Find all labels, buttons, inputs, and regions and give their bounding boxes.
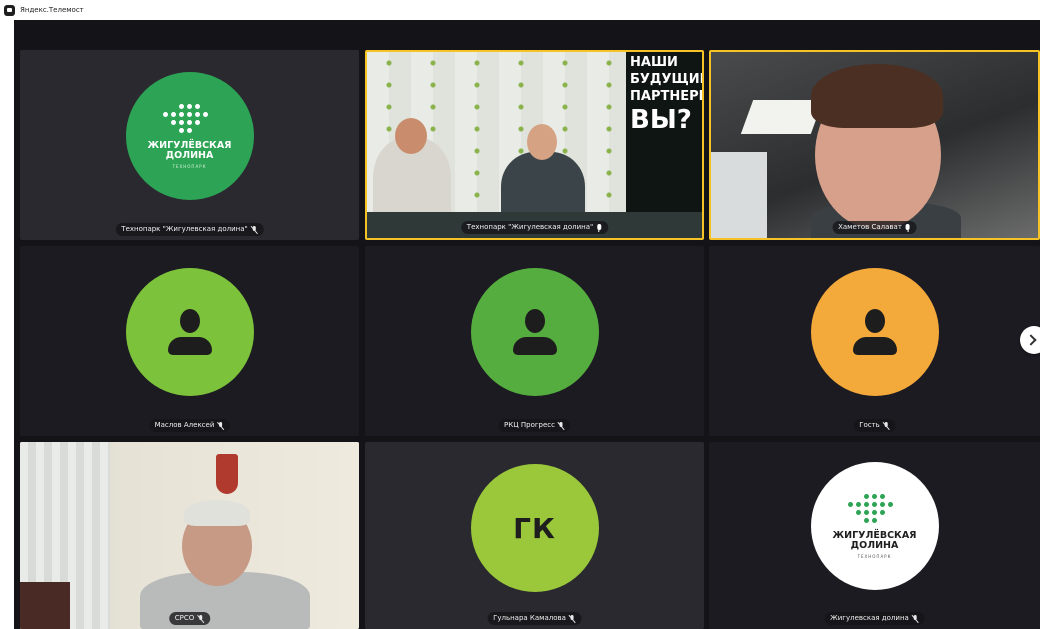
mic-off-icon xyxy=(912,614,919,623)
participant-name: Гульнара Камалова xyxy=(493,614,566,622)
zhigulevskaya-dolina-logo: ЖИГУЛЁВСКАЯ ДОЛИНА ТЕХНОПАРК xyxy=(810,462,939,590)
avatar xyxy=(810,268,939,396)
participant-name-label: СРСО xyxy=(168,612,211,625)
participant-name: Жигулевская долина xyxy=(830,614,909,622)
participant-tile[interactable]: ГК Гульнара Камалова xyxy=(365,442,704,629)
person-older-man-hair xyxy=(184,500,250,526)
participant-name-label: Хаметов Салават xyxy=(832,221,917,234)
participant-name: СРСО xyxy=(174,614,195,622)
mic-off-icon xyxy=(197,614,204,623)
participant-name: РКЦ Прогресс xyxy=(504,421,555,429)
banner-line3: ПАРТНЕРЫ xyxy=(630,89,704,104)
chevron-right-icon xyxy=(1025,334,1037,346)
window-titlebar: Яндекс.Телемост xyxy=(0,0,1040,20)
person-icon xyxy=(512,309,557,355)
banner-line2: БУДУЩИЕ xyxy=(630,72,704,87)
participant-name-label: Гость xyxy=(853,419,896,432)
person-right-face xyxy=(527,124,557,160)
logo-title-line1: ЖИГУЛЁВСКАЯ xyxy=(832,529,917,541)
banner-line1: НАШИ xyxy=(630,55,678,70)
person-left-face xyxy=(395,118,427,154)
participant-name-label: Маслов Алексей xyxy=(148,419,231,432)
banner-line4: ВЫ? xyxy=(630,105,692,135)
avatar: ГК xyxy=(470,464,599,592)
mic-off-icon xyxy=(883,421,890,430)
avatar xyxy=(470,268,599,396)
window-light xyxy=(711,152,767,238)
logo-title-line1: ЖИГУЛЁВСКАЯ xyxy=(147,139,232,151)
zhigulevskaya-dolina-logo: ЖИГУЛЁВСКАЯ ДОЛИНА ТЕХНОПАРК xyxy=(125,72,254,200)
participant-name-label: РКЦ Прогресс xyxy=(498,419,571,432)
participant-tile[interactable]: Гость xyxy=(709,246,1040,436)
mic-off-icon xyxy=(558,421,565,430)
person-icon xyxy=(167,309,212,355)
participant-name: Технопарк "Жигулевская долина" xyxy=(466,223,594,231)
coat-of-arms-icon xyxy=(216,454,238,494)
participant-name: Гость xyxy=(859,421,880,429)
next-page-button[interactable] xyxy=(1020,326,1040,354)
avatar xyxy=(125,268,254,396)
logo-dots-icon xyxy=(163,103,216,133)
mic-off-icon xyxy=(251,225,258,234)
participant-name-label: Технопарк "Жигулевская долина" xyxy=(115,223,264,236)
logo-title-line2: ДОЛИНА xyxy=(850,539,899,551)
logo-title-line2: ДОЛИНА xyxy=(165,149,214,161)
participant-name-label: Технопарк "Жигулевская долина" xyxy=(460,221,609,234)
chair-back xyxy=(20,582,70,629)
participant-tile[interactable]: ЖИГУЛЁВСКАЯ ДОЛИНА ТЕХНОПАРК Технопарк "… xyxy=(20,50,359,240)
participant-tile[interactable]: ЖИГУЛЁВСКАЯ ДОЛИНА ТЕХНОПАРК Жигулевская… xyxy=(709,442,1040,629)
person-webcam-hair xyxy=(811,64,943,128)
participant-tile[interactable]: РКЦ Прогресс xyxy=(365,246,704,436)
participant-name-label: Жигулевская долина xyxy=(824,612,925,625)
participant-tile-video[interactable]: СРСО xyxy=(20,442,359,629)
mic-off-icon xyxy=(217,421,224,430)
window-title: Яндекс.Телемост xyxy=(20,6,84,14)
banner-sign: НАШИ БУДУЩИЕ ПАРТНЕРЫ ВЫ? xyxy=(626,52,702,238)
logo-subtitle: ТЕХНОПАРК xyxy=(172,163,207,169)
avatar-initials: ГК xyxy=(513,511,556,545)
person-icon xyxy=(852,309,897,355)
participant-tile-video[interactable]: НАШИ БУДУЩИЕ ПАРТНЕРЫ ВЫ? Технопарк "Жиг… xyxy=(365,50,704,240)
mic-on-icon xyxy=(596,223,602,232)
telemost-app-icon xyxy=(4,4,15,16)
participant-name: Хаметов Салават xyxy=(838,223,902,231)
logo-dots-icon xyxy=(848,493,901,523)
participant-tile[interactable]: Маслов Алексей xyxy=(20,246,359,436)
video-grid: ЖИГУЛЁВСКАЯ ДОЛИНА ТЕХНОПАРК Технопарк "… xyxy=(14,20,1040,629)
participant-name: Технопарк "Жигулевская долина" xyxy=(121,225,248,233)
participant-name: Маслов Алексей xyxy=(154,421,215,429)
mic-off-icon xyxy=(569,614,576,623)
participant-tile-video[interactable]: Хаметов Салават xyxy=(709,50,1040,240)
participant-name-label: Гульнара Камалова xyxy=(487,612,582,625)
logo-subtitle: ТЕХНОПАРК xyxy=(857,553,892,559)
mic-on-icon xyxy=(905,223,911,232)
